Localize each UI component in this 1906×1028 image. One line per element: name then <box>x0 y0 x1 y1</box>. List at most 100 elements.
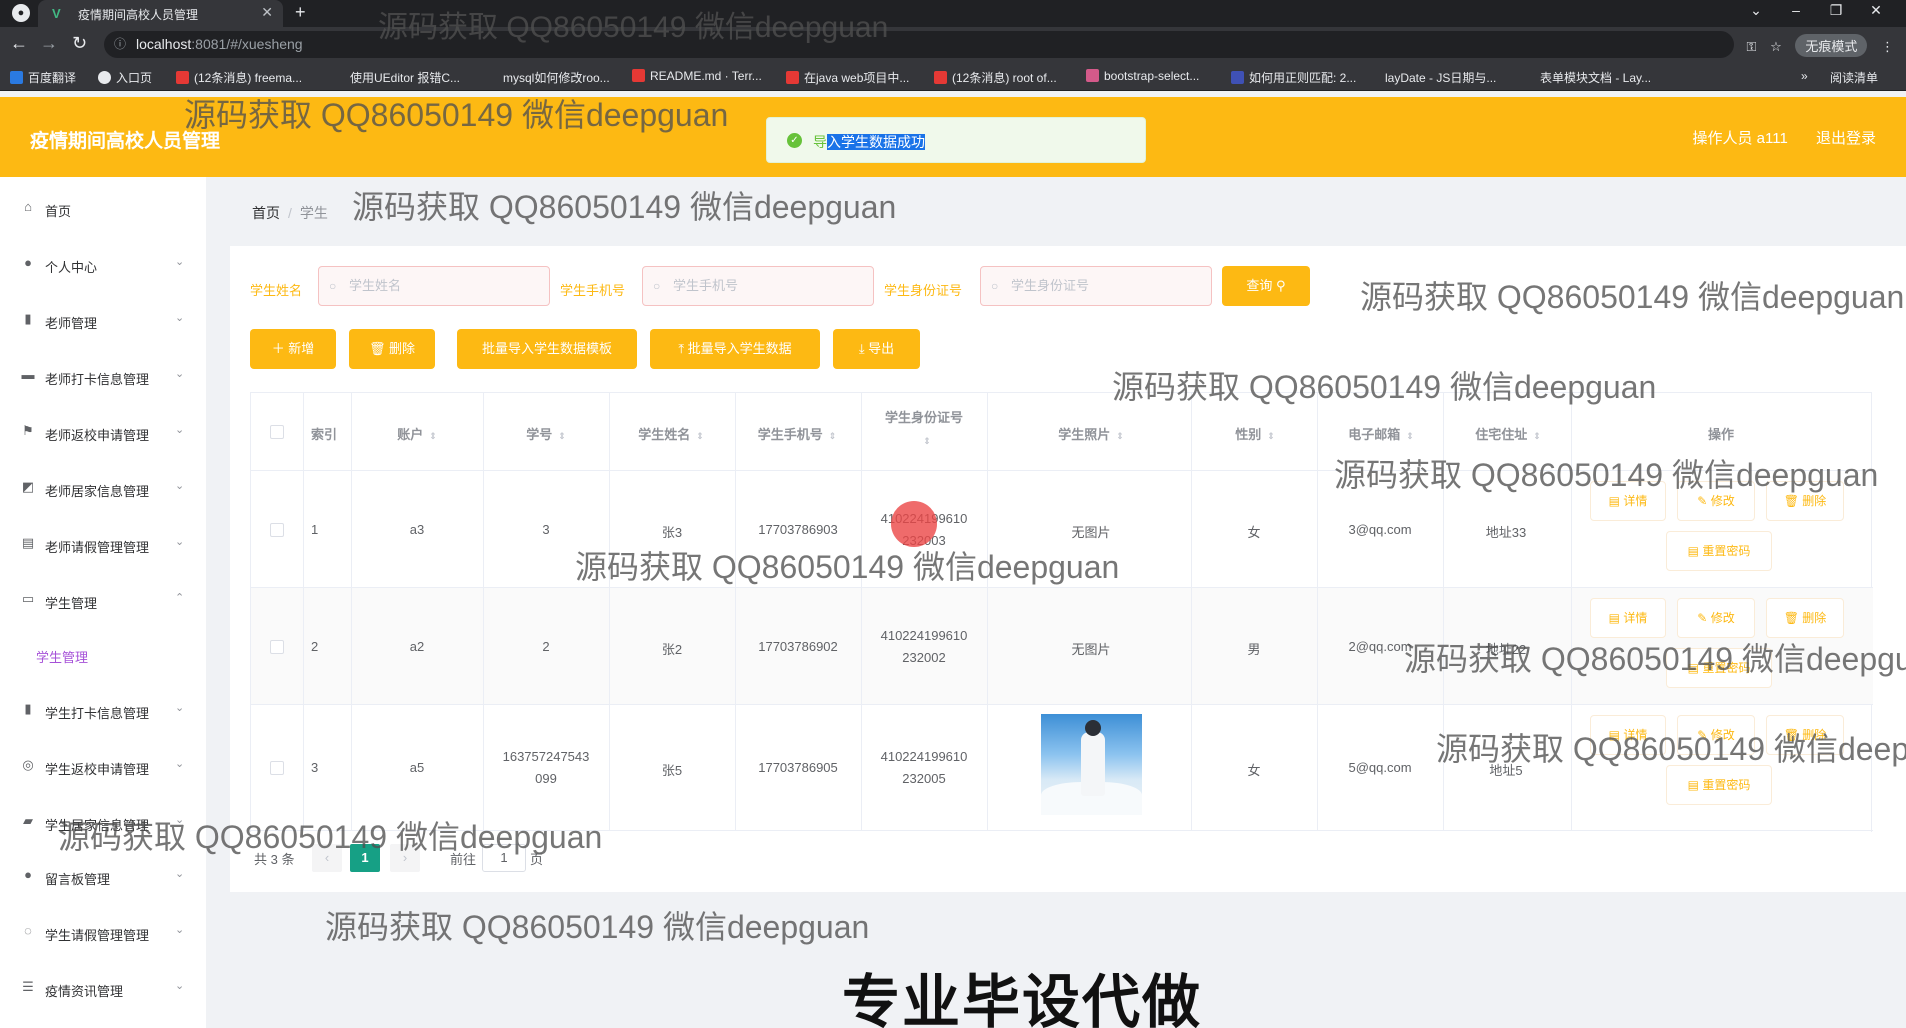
batch-import-button[interactable]: ⤒ 批量导入学生数据 <box>650 329 820 369</box>
reload-icon[interactable]: ↻ <box>72 33 87 54</box>
row-checkbox[interactable] <box>270 522 284 537</box>
next-page-button[interactable]: › <box>390 844 420 872</box>
url-input[interactable]: ⓘ localhost:8081/#/xuesheng <box>104 31 1734 58</box>
tab-search-icon[interactable]: ⌄ <box>1736 2 1776 19</box>
sort-icon[interactable]: ⇕ <box>696 431 704 441</box>
sort-icon[interactable]: ⇕ <box>429 431 437 441</box>
cell-gender: 女 <box>1247 524 1261 540</box>
bookmark-more[interactable]: » <box>1801 69 1808 83</box>
sidebar-item[interactable]: ☰ 疫情资讯管理 ⌄ <box>0 969 206 1009</box>
bookmark-item[interactable]: 百度翻译 <box>10 69 76 86</box>
sidebar-item[interactable]: ⌂ 首页 <box>0 189 206 229</box>
column-header-name[interactable]: 学生姓名 ⇕ <box>608 424 734 443</box>
column-header-id_card[interactable]: 学生身份证号 ⇕ <box>861 407 987 447</box>
select-all-checkbox[interactable] <box>270 425 284 439</box>
minimize-icon[interactable]: – <box>1776 2 1816 18</box>
browser-profile-icon[interactable]: ● <box>12 4 30 22</box>
incognito-badge[interactable]: 无痕模式 <box>1795 34 1868 57</box>
sort-icon[interactable]: ⇕ <box>1406 431 1414 441</box>
page-number-active[interactable]: 1 <box>350 844 380 872</box>
goto-page-input[interactable]: 1 <box>482 844 526 872</box>
student-photo[interactable] <box>1041 714 1142 815</box>
sidebar-item[interactable]: ● 留言板管理 ⌄ <box>0 857 206 897</box>
close-window-icon[interactable]: ✕ <box>1856 2 1896 19</box>
address-bar: ← → ↻ ⓘ localhost:8081/#/xuesheng ⚿ ☆ 无痕… <box>0 27 1906 62</box>
edit-button[interactable]: ✎ 修改 <box>1677 481 1755 521</box>
bookmark-item[interactable]: 如何用正则匹配: 2... <box>1231 69 1356 86</box>
edit-button[interactable]: ✎ 修改 <box>1677 598 1755 638</box>
export-button[interactable]: ⤓ 导出 <box>833 329 920 369</box>
close-icon[interactable]: ✕ <box>261 4 273 21</box>
bookmark-item[interactable]: 使用UEditor 报错C... <box>350 69 460 86</box>
reset-button[interactable]: ▤ 重置密码 <box>1666 648 1772 688</box>
back-icon[interactable]: ← <box>10 33 28 54</box>
reset-button[interactable]: ▤ 重置密码 <box>1666 531 1772 571</box>
prev-page-button[interactable]: ‹ <box>312 844 342 872</box>
detail-button[interactable]: ▤ 详情 <box>1590 481 1666 521</box>
maximize-icon[interactable]: ❐ <box>1816 2 1856 19</box>
star-icon[interactable]: ☆ <box>1770 39 1782 54</box>
column-header-account[interactable]: 账户 ⇕ <box>354 424 480 443</box>
sidebar-item[interactable]: ◎ 学生返校申请管理 ⌄ <box>0 747 206 787</box>
bookmark-item[interactable]: layDate - JS日期与... <box>1385 69 1496 86</box>
breadcrumb-home[interactable]: 首页 <box>252 205 280 221</box>
sidebar-item[interactable]: ⚑ 老师返校申请管理 ⌄ <box>0 413 206 453</box>
bookmark-item[interactable]: 入口页 <box>98 69 152 86</box>
add-button[interactable]: ＋ 新增 <box>250 329 336 369</box>
column-header-address[interactable]: 住宅住址 ⇕ <box>1445 424 1571 443</box>
logout-button[interactable]: 退出登录 <box>1816 130 1876 147</box>
bookmark-item[interactable]: (12条消息) root of... <box>934 69 1057 86</box>
bookmark-item[interactable]: mysql如何修改roo... <box>503 69 610 86</box>
delete-button[interactable]: 🗑 删除 <box>1766 481 1844 521</box>
column-header-photo[interactable]: 学生照片 ⇕ <box>991 424 1191 443</box>
column-header-gender[interactable]: 性别 ⇕ <box>1192 424 1318 443</box>
sidebar-item[interactable]: ● 个人中心 ⌄ <box>0 245 206 285</box>
column-header-email[interactable]: 电子邮箱 ⇕ <box>1318 424 1444 443</box>
delete-button[interactable]: 🗑 删除 <box>1766 715 1844 755</box>
bookmark-item[interactable]: README.md · Terr... <box>632 69 762 83</box>
sort-icon[interactable]: ⇕ <box>1116 431 1124 441</box>
sidebar-item[interactable]: ▭ 学生管理 ⌃ <box>0 581 206 621</box>
search-name-input[interactable]: ○ 学生姓名 <box>318 266 550 306</box>
sidebar-item[interactable]: ▰ 学生居家信息管理 ⌄ <box>0 803 206 843</box>
sort-icon[interactable]: ⇕ <box>558 431 566 441</box>
search-id-input[interactable]: ○ 学生身份证号 <box>980 266 1212 306</box>
info-icon[interactable]: ⓘ <box>114 31 126 58</box>
sidebar-item[interactable]: ▬ 老师打卡信息管理 ⌄ <box>0 357 206 397</box>
new-tab-button[interactable]: + <box>295 2 306 23</box>
detail-button[interactable]: ▤ 详情 <box>1590 598 1666 638</box>
sort-icon[interactable]: ⇕ <box>867 436 987 447</box>
bookmark-item[interactable]: (12条消息) freema... <box>176 69 302 86</box>
edit-button[interactable]: ✎ 修改 <box>1677 715 1755 755</box>
detail-button[interactable]: ▤ 详情 <box>1590 715 1666 755</box>
bookmark-item[interactable]: 表单模块文档 - Lay... <box>1540 69 1651 86</box>
column-header-student_no[interactable]: 学号 ⇕ <box>483 424 609 443</box>
bookmark-item[interactable]: 在java web项目中... <box>786 69 909 86</box>
column-header-phone[interactable]: 学生手机号 ⇕ <box>734 424 860 443</box>
sidebar-item[interactable]: ◩ 老师居家信息管理 ⌄ <box>0 469 206 509</box>
sidebar-item[interactable]: ▮ 学生打卡信息管理 ⌄ <box>0 691 206 731</box>
sidebar-item[interactable]: ▤ 老师请假管理管理 ⌄ <box>0 525 206 565</box>
delete-button[interactable]: 🗑 删除 <box>1766 598 1844 638</box>
delete-button[interactable]: 🗑 删除 <box>349 329 435 369</box>
row-checkbox[interactable] <box>270 761 284 775</box>
chevron-down-icon: ⌄ <box>175 256 185 268</box>
query-button[interactable]: 查询 ⚲ <box>1222 266 1310 306</box>
forward-icon[interactable]: → <box>40 33 58 54</box>
search-phone-input[interactable]: ○ 学生手机号 <box>642 266 874 306</box>
key-icon[interactable]: ⚿ <box>1747 39 1757 54</box>
sidebar-item[interactable]: ◌ 学生请假管理管理 ⌄ <box>0 913 206 953</box>
edit-icon: ✎ <box>1697 611 1711 625</box>
sidebar-subitem-student[interactable]: 学生管理 <box>0 635 206 675</box>
sort-icon[interactable]: ⇕ <box>829 431 837 441</box>
sort-icon[interactable]: ⇕ <box>1533 431 1541 441</box>
browser-tab[interactable]: V 疫情期间高校人员管理 ✕ <box>38 0 283 27</box>
row-checkbox[interactable] <box>270 639 284 654</box>
sidebar-item[interactable]: ▮ 老师管理 ⌄ <box>0 301 206 341</box>
more-icon[interactable]: ⋮ <box>1881 39 1894 54</box>
sort-icon[interactable]: ⇕ <box>1267 431 1275 441</box>
bookmark-item[interactable]: bootstrap-select... <box>1086 69 1199 83</box>
reading-list[interactable]: 阅读清单 <box>1830 69 1878 86</box>
reset-button[interactable]: ▤ 重置密码 <box>1666 765 1772 805</box>
import-template-button[interactable]: 批量导入学生数据模板 <box>457 329 637 369</box>
